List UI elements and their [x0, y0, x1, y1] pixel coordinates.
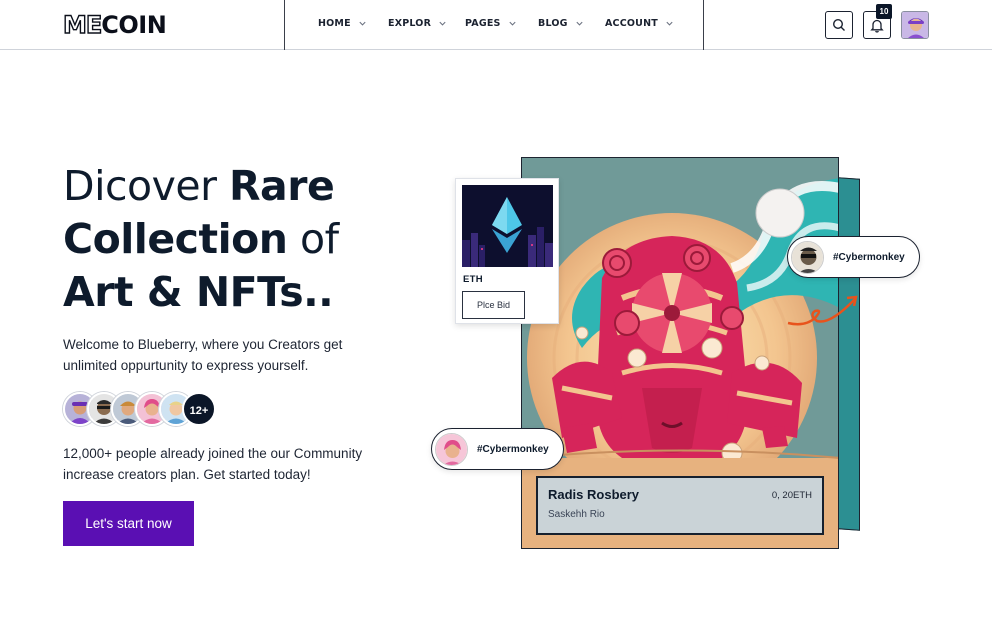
notification-count-badge: 10 [876, 4, 892, 19]
nav-item-account[interactable]: ACCOUNT [605, 18, 674, 29]
search-button[interactable] [825, 11, 853, 39]
chevron-down-icon [576, 21, 583, 26]
hero-description: Welcome to Blueberry, where you Creators… [63, 337, 343, 373]
curly-arrow-icon [787, 295, 858, 326]
logo[interactable]: ME COIN [62, 10, 167, 39]
hero-heading: Dicover Rare Collection of Art & NFTs.. [63, 160, 423, 319]
tag-pill-bottom[interactable]: #Cybermonkey [431, 428, 564, 470]
chevron-down-icon [666, 21, 673, 26]
site-header: ME COIN HOME EXPLOR PAGES BLOG ACCOUNT 10 [0, 0, 992, 50]
nav-item-label: ACCOUNT [605, 18, 658, 29]
nav-item-explore[interactable]: EXPLOR [388, 18, 447, 29]
user-avatar-image [902, 12, 928, 38]
tag-label: #Cybermonkey [833, 251, 905, 263]
artwork-title: Radis Rosbery [548, 487, 640, 502]
eth-card[interactable]: ETH Plce Bid [455, 178, 559, 324]
chevron-down-icon [359, 21, 366, 26]
community-text: 12,000+ people already joined the our Co… [63, 446, 363, 482]
tag-pill-top[interactable]: #Cybermonkey [787, 236, 920, 278]
nav-item-blog[interactable]: BLOG [538, 18, 584, 29]
stacked-card [838, 177, 860, 531]
tag-label: #Cybermonkey [477, 443, 549, 455]
avatar [791, 240, 824, 274]
hero-title-word: Rare [228, 162, 335, 210]
search-icon [832, 18, 845, 31]
bell-icon [870, 19, 884, 33]
eth-label: ETH [463, 274, 483, 285]
place-bid-button[interactable]: Plce Bid [462, 291, 525, 319]
avatar [435, 432, 468, 466]
nav-item-label: EXPLOR [388, 18, 432, 29]
avatar-count-badge: 12+ [182, 392, 216, 426]
nav-item-home[interactable]: HOME [318, 18, 367, 29]
avatar[interactable] [901, 11, 929, 39]
hero-title-word: of [300, 215, 339, 263]
hero-title-word: Art & NFTs.. [63, 268, 334, 316]
artwork-info-panel[interactable]: Radis Rosbery Saskehh Rio 0, 20ETH [536, 476, 824, 535]
main-nav: HOME EXPLOR PAGES BLOG ACCOUNT [284, 0, 704, 50]
logo-suffix: COIN [101, 11, 167, 39]
logo-prefix: ME [62, 10, 103, 39]
start-now-button[interactable]: Let's start now [63, 501, 194, 546]
chevron-down-icon [508, 21, 516, 26]
artwork-price: 0, 20ETH [771, 490, 812, 501]
chevron-down-icon [439, 21, 446, 26]
nav-item-pages[interactable]: PAGES [465, 18, 517, 29]
nav-item-label: HOME [318, 18, 351, 29]
hero-title-word: Collection [63, 215, 288, 263]
hero-title-word: Dicover [63, 162, 217, 210]
nav-item-label: BLOG [538, 18, 568, 29]
eth-image [462, 185, 553, 267]
artwork-artist: Saskehh Rio [548, 509, 605, 520]
nav-item-label: PAGES [465, 18, 501, 29]
